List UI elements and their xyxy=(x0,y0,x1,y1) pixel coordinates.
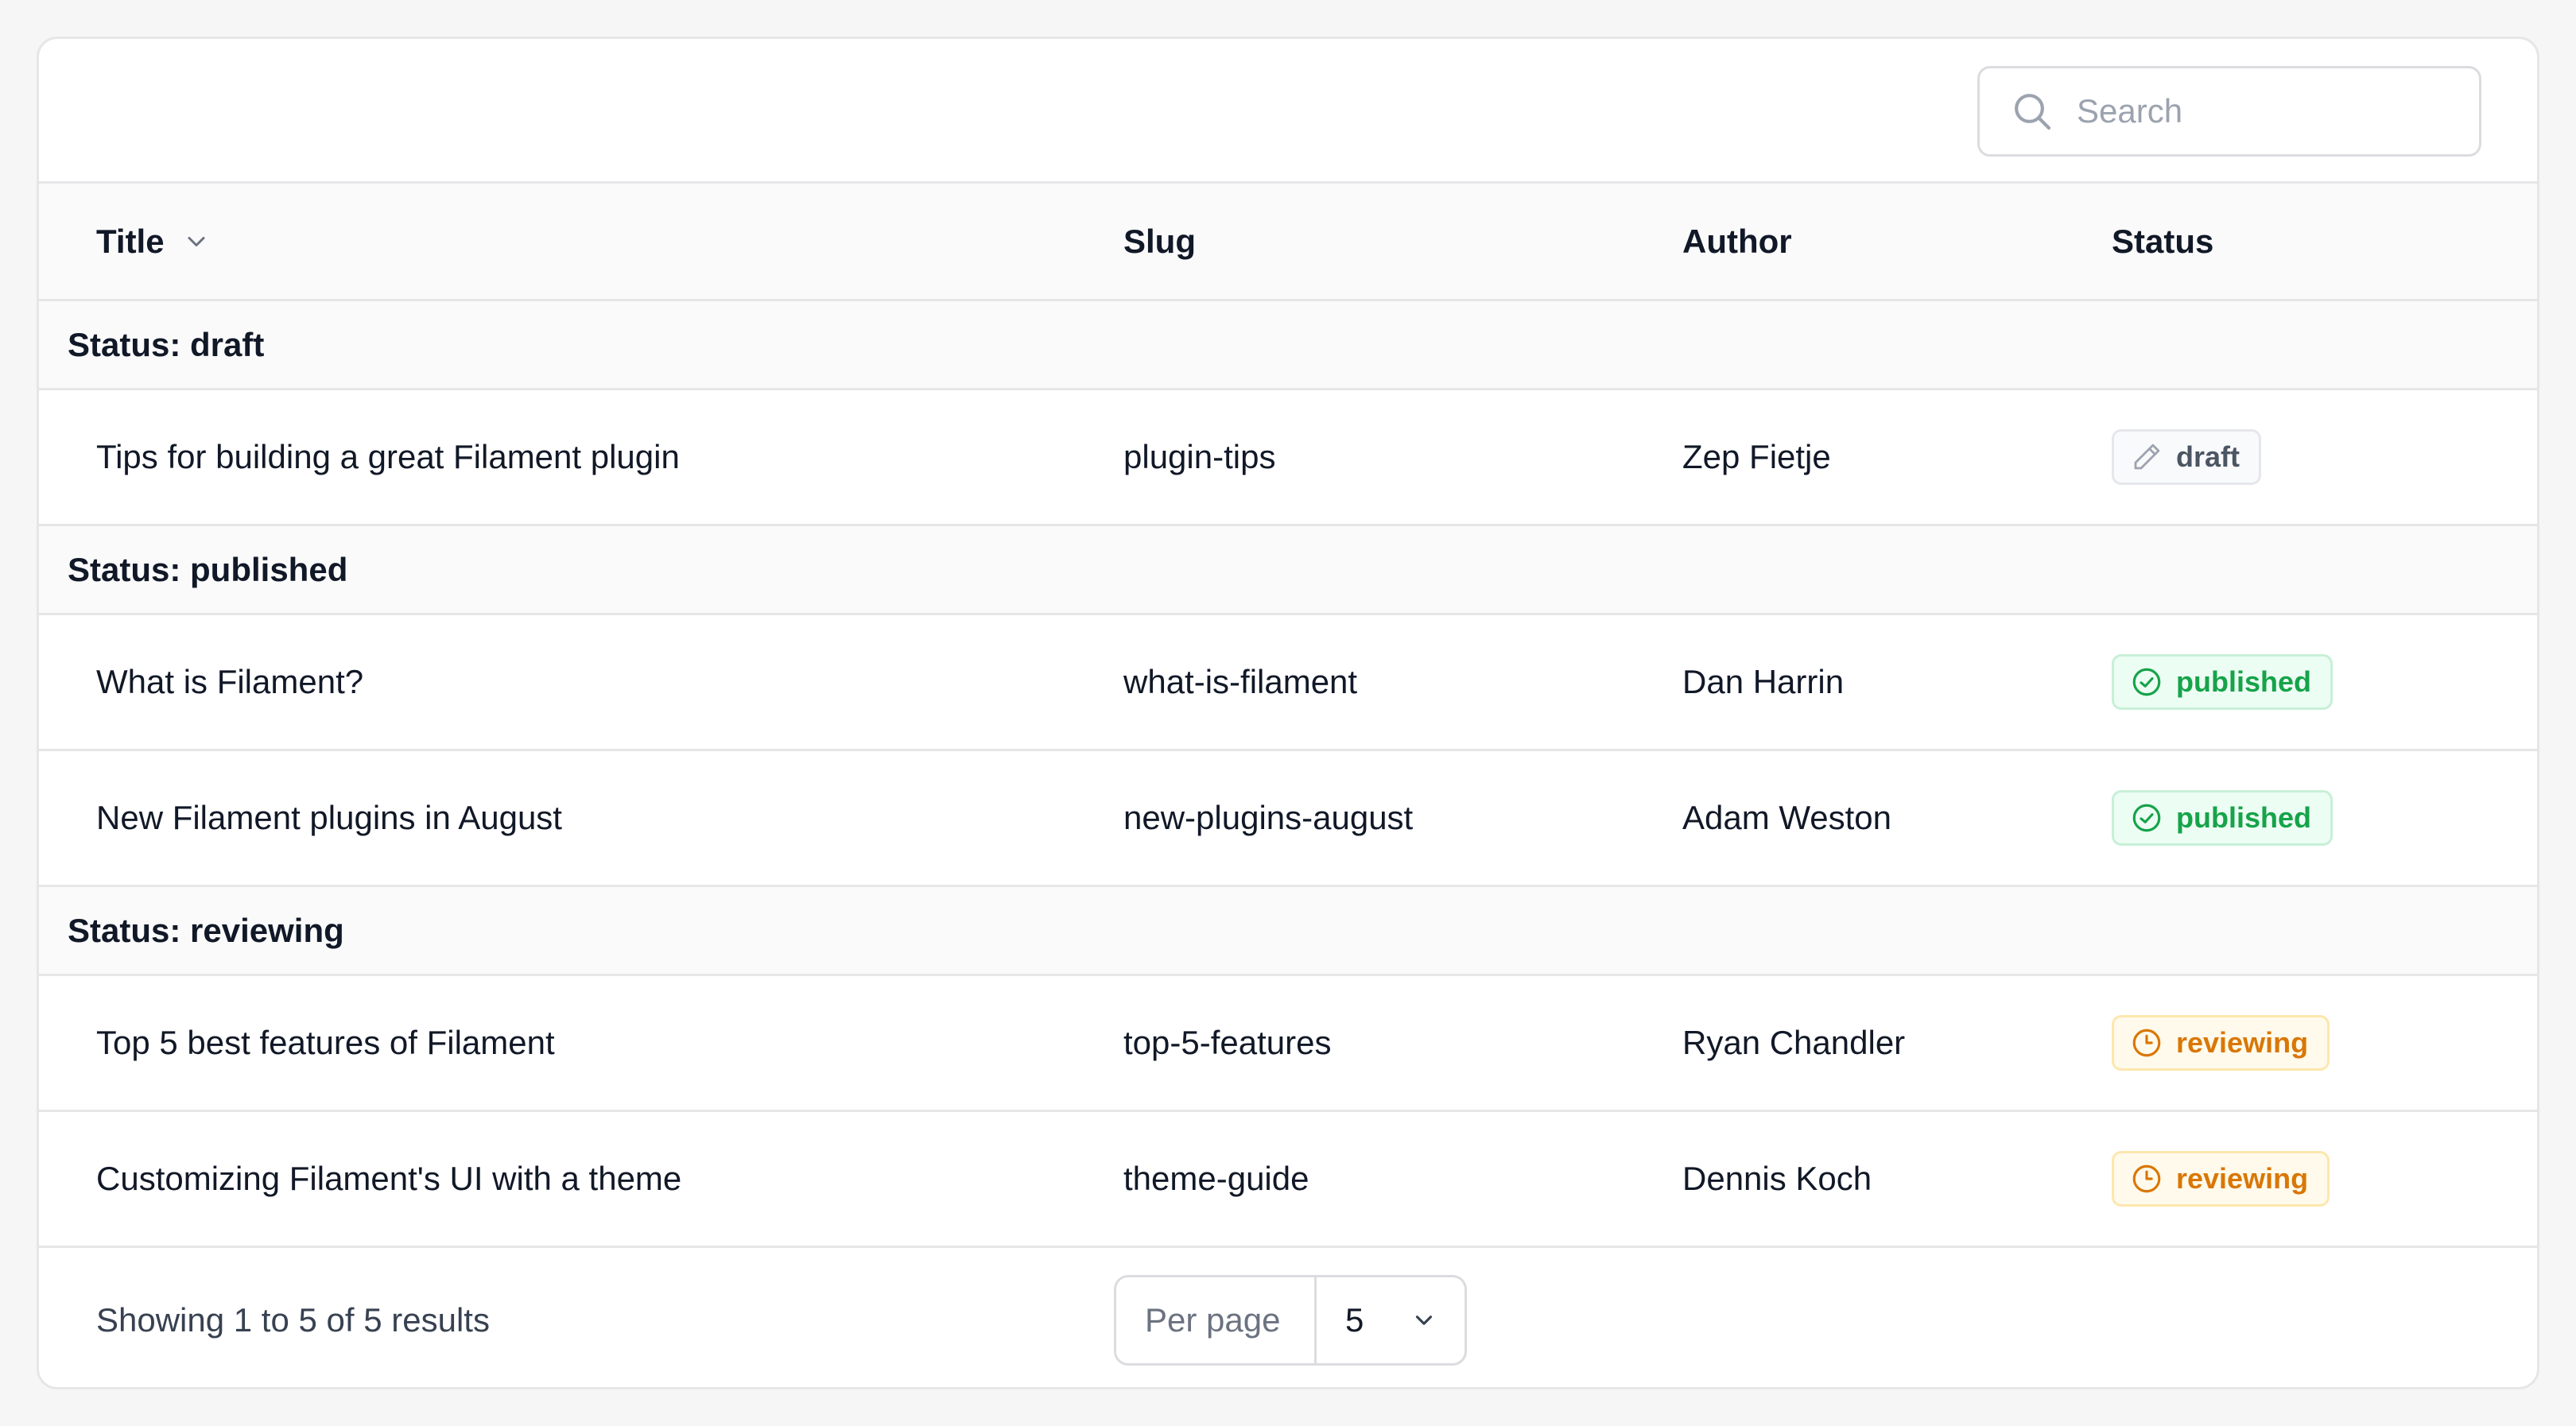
cell-status: reviewing xyxy=(2112,1112,2330,1246)
per-page-select[interactable]: 5 xyxy=(1317,1277,1465,1363)
cell-slug: theme-guide xyxy=(1123,1160,1309,1197)
cell-title: Top 5 best features of Filament xyxy=(96,1024,555,1061)
cell-status: draft xyxy=(2112,390,2261,524)
pencil-icon xyxy=(2134,444,2160,470)
column-header-title[interactable]: Title xyxy=(96,184,211,299)
group-header-published: Status: published xyxy=(39,526,2537,615)
chevron-down-icon xyxy=(1415,1316,1433,1325)
table-row[interactable]: What is Filament? what-is-filament Dan H… xyxy=(39,615,2537,751)
cell-author: Zep Fietje xyxy=(1682,438,1831,475)
cell-title: Customizing Filament's UI with a theme xyxy=(96,1160,682,1197)
table-toolbar xyxy=(39,39,2537,184)
pagination-footer: Showing 1 to 5 of 5 results Per page 5 xyxy=(39,1248,2537,1387)
cell-author: Ryan Chandler xyxy=(1682,1024,1906,1061)
cell-slug: plugin-tips xyxy=(1123,438,1276,475)
table-row[interactable]: Customizing Filament's UI with a theme t… xyxy=(39,1112,2537,1248)
status-badge-label: published xyxy=(2176,801,2311,834)
group-label: Status: reviewing xyxy=(68,911,344,949)
status-badge-label: published xyxy=(2176,665,2311,698)
status-badge-label: reviewing xyxy=(2176,1162,2309,1195)
table-row[interactable]: Tips for building a great Filament plugi… xyxy=(39,390,2537,526)
search-input[interactable] xyxy=(2077,92,2458,130)
cell-slug: new-plugins-august xyxy=(1123,799,1414,836)
group-label: Status: draft xyxy=(68,325,265,363)
status-badge-label: draft xyxy=(2176,440,2240,473)
group-label: Status: published xyxy=(68,550,348,588)
search-icon xyxy=(2015,94,2051,130)
search-box[interactable] xyxy=(1977,66,2481,157)
group-header-draft: Status: draft xyxy=(39,301,2537,390)
column-header-author: Author xyxy=(1682,222,1792,260)
check-circle-icon xyxy=(2132,668,2161,696)
column-header-status: Status xyxy=(2112,222,2214,260)
status-badge: reviewing xyxy=(2112,1151,2330,1207)
status-badge-label: reviewing xyxy=(2176,1026,2309,1059)
per-page-control: Per page 5 xyxy=(1114,1275,1467,1366)
results-summary: Showing 1 to 5 of 5 results xyxy=(96,1301,490,1339)
cell-author: Dennis Koch xyxy=(1682,1160,1872,1197)
check-circle-icon xyxy=(2132,804,2161,832)
column-header-slug: Slug xyxy=(1123,222,1196,260)
per-page-label: Per page xyxy=(1116,1277,1317,1363)
cell-author: Adam Weston xyxy=(1682,799,1892,836)
table-card: Title Slug Author Status Status: draft T… xyxy=(37,37,2539,1389)
status-badge: published xyxy=(2112,654,2333,710)
cell-status: reviewing xyxy=(2112,976,2330,1110)
column-title-label: Title xyxy=(96,222,165,260)
sort-title-button[interactable]: Title xyxy=(96,223,211,261)
cell-title: What is Filament? xyxy=(96,663,364,700)
clock-icon xyxy=(2132,1029,2161,1057)
status-badge: draft xyxy=(2112,429,2261,485)
table-header: Title Slug Author Status xyxy=(39,184,2537,301)
cell-title: Tips for building a great Filament plugi… xyxy=(96,438,680,475)
status-badge: published xyxy=(2112,790,2333,846)
per-page-value: 5 xyxy=(1345,1301,1364,1339)
status-badge: reviewing xyxy=(2112,1015,2330,1071)
cell-status: published xyxy=(2112,615,2333,749)
chevron-down-icon xyxy=(188,236,205,246)
cell-slug: what-is-filament xyxy=(1123,663,1358,700)
cell-author: Dan Harrin xyxy=(1682,663,1845,700)
cell-title: New Filament plugins in August xyxy=(96,799,562,836)
table-row[interactable]: New Filament plugins in August new-plugi… xyxy=(39,751,2537,887)
group-header-reviewing: Status: reviewing xyxy=(39,887,2537,976)
cell-slug: top-5-features xyxy=(1123,1024,1332,1061)
cell-status: published xyxy=(2112,751,2333,885)
clock-icon xyxy=(2132,1164,2161,1193)
table-row[interactable]: Top 5 best features of Filament top-5-fe… xyxy=(39,976,2537,1112)
